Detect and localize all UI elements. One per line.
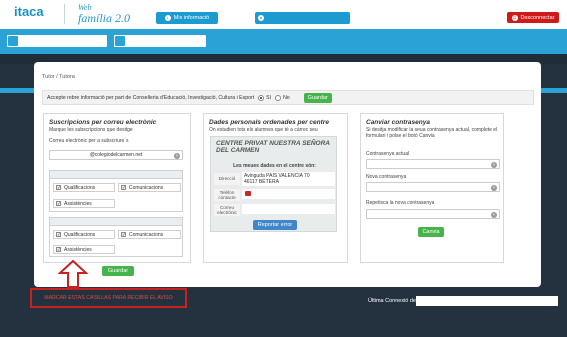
email-subscribe-input[interactable]: @colegiodelcarmen.net ×	[49, 150, 183, 160]
school-box: CENTRE PRIVAT NUESTRA SEÑORA DEL CARMEN …	[210, 136, 337, 232]
check-assistencies-2[interactable]: ✓ Assistències	[53, 245, 115, 254]
checkbox-icon: ✓	[121, 185, 126, 190]
new-password-input[interactable]: ×	[366, 182, 500, 192]
consent-save-button[interactable]: Guardar	[303, 92, 332, 103]
password-title: Canviar contrasenya	[366, 119, 430, 126]
repeat-password-label: Repetisca la nova contrasenya	[366, 200, 435, 206]
user-bar	[0, 29, 567, 54]
check-label: Comunicacions	[129, 231, 164, 238]
checkbox-icon: ✓	[56, 201, 61, 206]
radio-yes-label: Sí	[266, 94, 272, 101]
new-password-label: Nova contrasenya	[366, 174, 407, 180]
phone-label: Telèfon contacte	[214, 189, 240, 201]
email-subscribe-value: @colegiodelcarmen.net	[89, 152, 143, 158]
current-password-input[interactable]: ×	[366, 159, 500, 169]
checkbox-icon: ✓	[56, 247, 61, 252]
radio-no-label: No	[283, 94, 290, 101]
user-menu-button[interactable]: ●	[255, 12, 350, 24]
check-label: Qualificacions	[64, 231, 96, 238]
check-qualificacions-2[interactable]: ✓ Qualificacions	[53, 230, 115, 239]
top-header: itaca Web família 2.0 i Mis informació ●…	[0, 0, 567, 29]
logout-button[interactable]: ⏻ Desconnectar	[507, 12, 559, 23]
up-arrow-icon	[58, 260, 88, 288]
personal-data-title: Dades personals ordenades per centre	[209, 119, 329, 126]
power-icon: ⏻	[511, 14, 518, 21]
my-data-label: Les meues dades en el centre són:	[233, 163, 316, 169]
my-info-button[interactable]: i Mis informació	[156, 12, 218, 24]
info-icon: i	[164, 15, 171, 21]
radio-yes[interactable]	[258, 94, 265, 101]
user-chip-2[interactable]	[114, 35, 206, 47]
app-name: família 2.0	[78, 11, 131, 25]
subscription-group-1: ✓ Qualificacions ✓ Comunicacions ✓ Assis…	[49, 170, 183, 212]
consent-bar: Accepte rebre informació per part de Con…	[42, 90, 534, 105]
check-label: Assistències	[64, 246, 92, 253]
subscription-group-2: ✓ Qualificacions ✓ Comunicacions ✓ Assis…	[49, 217, 183, 257]
address-label: Direcció	[214, 173, 240, 185]
subscriptions-save-button[interactable]: Guardar	[102, 266, 134, 276]
report-error-button[interactable]: Reportar error	[253, 220, 297, 230]
user-icon	[8, 36, 18, 46]
check-comunicacions-1[interactable]: ✓ Comunicacions	[118, 183, 181, 192]
check-label: Comunicacions	[129, 184, 164, 191]
last-connection-value	[416, 296, 558, 306]
phone-icon	[245, 191, 251, 196]
school-name: CENTRE PRIVAT NUESTRA SEÑORA DEL CARMEN	[216, 140, 330, 154]
checkbox-icon: ✓	[121, 232, 126, 237]
clear-icon[interactable]: ×	[174, 152, 180, 159]
user-chip-1[interactable]	[7, 35, 107, 47]
personal-data-subtitle: On estudien tots els alumnes que té a cà…	[209, 127, 318, 133]
radio-no[interactable]	[275, 94, 282, 101]
my-info-label: Mis informació	[173, 15, 210, 21]
subscription-group-header	[50, 218, 182, 226]
annotation-text: MARCAR ESTAS CASILLAS PARA RECIBIR EL AV…	[44, 295, 173, 301]
subscriptions-card: Suscripcions per correu electrònic Marqu…	[43, 113, 191, 276]
email-subscribe-label: Correu electrònic per a subscriure´s	[49, 138, 129, 144]
change-password-button[interactable]: Canvia	[418, 227, 444, 237]
main-panel: Tutor / Tutora Accepte rebre informació …	[34, 62, 541, 287]
logout-label: Desconnectar	[520, 14, 555, 21]
consent-text: Accepte rebre informació per part de Con…	[47, 94, 255, 101]
subscription-group-header	[50, 171, 182, 179]
last-connection-label: Última Connexió de	[368, 298, 416, 304]
check-qualificacions-1[interactable]: ✓ Qualificacions	[53, 183, 115, 192]
subscriptions-title: Suscripcions per correu electrònic	[49, 119, 157, 126]
clear-icon[interactable]: ×	[491, 184, 497, 191]
email-label: Correu electrònic	[214, 204, 240, 216]
password-subtitle: Si desitja modificar la seua contrasenya…	[366, 127, 498, 139]
check-label: Assistències	[64, 200, 92, 207]
user-icon: ●	[258, 15, 264, 21]
checkbox-icon: ✓	[56, 185, 61, 190]
clear-icon[interactable]: ×	[491, 161, 497, 168]
personal-data-card: Dades personals ordenades per centre On …	[203, 113, 348, 263]
address-value: Avinguda PAIS VALENCIA 70 46117 BÉTERA	[242, 172, 335, 186]
repeat-password-input[interactable]: ×	[366, 209, 500, 219]
check-label: Qualificacions	[64, 184, 96, 191]
password-card: Canviar contrasenya Si desitja modificar…	[360, 113, 504, 263]
check-comunicacions-2[interactable]: ✓ Comunicacions	[118, 230, 181, 239]
check-assistencies-1[interactable]: ✓ Assistències	[53, 199, 115, 208]
user-icon	[115, 36, 125, 46]
subscriptions-subtitle: Marque les subscripcions que desitge	[49, 127, 133, 133]
logo-divider	[64, 4, 65, 24]
annotation-box: MARCAR ESTAS CASILLAS PARA RECIBIR EL AV…	[30, 288, 187, 308]
itaca-logo[interactable]: itaca	[14, 4, 44, 19]
checkbox-icon: ✓	[56, 232, 61, 237]
email-value	[242, 204, 335, 214]
breadcrumb: Tutor / Tutora	[42, 74, 75, 80]
clear-icon[interactable]: ×	[491, 211, 497, 218]
phone-value	[242, 189, 335, 199]
current-password-label: Contrasenya actual	[366, 151, 410, 157]
